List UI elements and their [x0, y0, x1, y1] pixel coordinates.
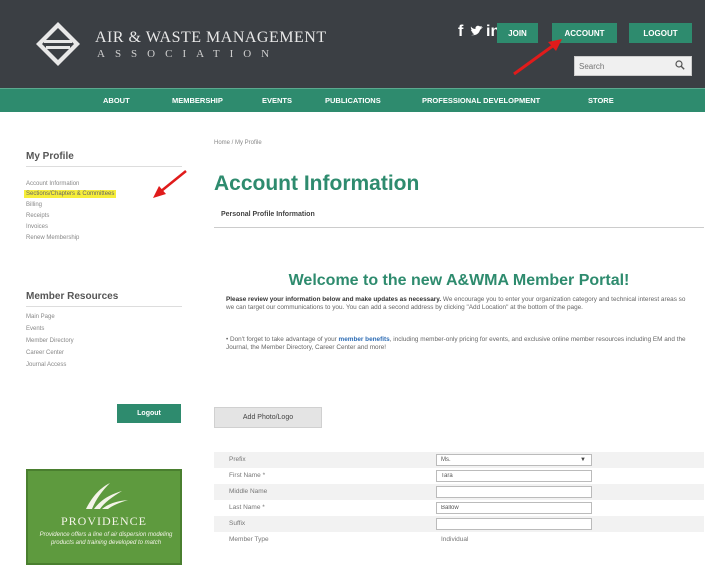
nav-item-store[interactable]: STORE: [588, 96, 614, 105]
my-profile-heading: My Profile: [26, 151, 74, 162]
sidebar-link-main-page[interactable]: Main Page: [26, 314, 55, 320]
nav-item-professional-development[interactable]: PROFESSIONAL DEVELOPMENT: [422, 96, 540, 105]
middle-name-field[interactable]: [436, 486, 592, 498]
first-name-field[interactable]: [436, 470, 592, 482]
search-input[interactable]: [579, 59, 669, 73]
add-photo-logo-button[interactable]: Add Photo/Logo: [214, 407, 322, 428]
main-nav: ABOUT MEMBERSHIP EVENTS PUBLICATIONS PRO…: [0, 88, 705, 112]
org-name: AIR & WASTE MANAGEMENT: [95, 29, 327, 46]
form-row-first-name: First Name *: [214, 468, 704, 484]
ad-description: Providence offers a line of air dispersi…: [39, 532, 173, 546]
benefits-paragraph: • Don't forget to take advantage of your…: [226, 336, 686, 351]
sidebar-link-invoices[interactable]: Invoices: [26, 224, 48, 230]
sidebar-link-member-directory[interactable]: Member Directory: [26, 338, 74, 344]
providence-ad[interactable]: PROVIDENCE Providence offers a line of a…: [26, 469, 182, 565]
divider: [26, 166, 182, 167]
facebook-icon[interactable]: f: [458, 23, 463, 41]
member-type-label: Member Type: [229, 536, 269, 543]
sidebar-link-career-center[interactable]: Career Center: [26, 350, 64, 356]
tab-personal-profile[interactable]: Personal Profile Information: [221, 211, 315, 218]
page-title: Account Information: [214, 172, 420, 195]
form-row-last-name: Last Name *: [214, 500, 704, 516]
sidebar-link-events[interactable]: Events: [26, 326, 44, 332]
form-row-member-type: Member Type Individual: [214, 532, 704, 548]
sidebar-link-account-information[interactable]: Account Information: [26, 181, 79, 187]
sidebar-link-receipts[interactable]: Receipts: [26, 213, 49, 219]
sidebar-link-renew-membership[interactable]: Renew Membership: [26, 235, 79, 241]
form-row-suffix: Suffix: [214, 516, 704, 532]
first-name-label: First Name *: [229, 472, 266, 479]
welcome-heading: Welcome to the new A&WMA Member Portal!: [288, 272, 630, 289]
twitter-icon[interactable]: [470, 25, 484, 37]
nav-item-events[interactable]: EVENTS: [262, 96, 292, 105]
search-icon[interactable]: [675, 60, 685, 70]
tab-divider: [214, 227, 704, 228]
suffix-label: Suffix: [229, 520, 246, 527]
search-box: [574, 56, 692, 76]
form-row-middle-name: Middle Name: [214, 484, 704, 500]
breadcrumb[interactable]: Home / My Profile: [214, 140, 262, 146]
prefix-label: Prefix: [229, 456, 246, 463]
divider: [26, 306, 182, 307]
member-benefits-link[interactable]: member benefits: [339, 336, 390, 343]
middle-name-label: Middle Name: [229, 488, 268, 495]
last-name-label: Last Name *: [229, 504, 265, 511]
sidebar-link-sections-chapters[interactable]: Sections/Chapters & Committees: [24, 190, 117, 198]
form-row-prefix: Prefix Ms. ▼: [214, 452, 704, 468]
nav-item-membership[interactable]: MEMBERSHIP: [172, 96, 223, 105]
annotation-arrow-account: [513, 39, 562, 76]
sidebar-link-journal-access[interactable]: Journal Access: [26, 362, 66, 368]
nav-item-about[interactable]: ABOUT: [103, 96, 130, 105]
chevron-down-icon: ▼: [580, 457, 586, 463]
member-resources-heading: Member Resources: [26, 291, 119, 302]
prefix-select[interactable]: Ms. ▼: [436, 454, 592, 466]
suffix-field[interactable]: [436, 518, 592, 530]
intro-bold: Please review your information below and…: [226, 296, 442, 303]
logout-button[interactable]: LOGOUT: [629, 23, 692, 43]
awma-logo-icon[interactable]: [34, 20, 82, 68]
member-type-value: Individual: [441, 536, 469, 543]
benefits-prefix: • Don't forget to take advantage of your: [226, 336, 339, 343]
site-header: AIR & WASTE MANAGEMENT ASSOCIATION f in …: [0, 0, 705, 88]
intro-paragraph: Please review your information below and…: [226, 296, 686, 311]
sidebar-logout-button[interactable]: Logout: [117, 404, 181, 423]
last-name-field[interactable]: [436, 502, 592, 514]
grass-leaf-icon: [86, 483, 128, 509]
org-subtitle: ASSOCIATION: [97, 48, 280, 60]
sidebar-link-billing[interactable]: Billing: [26, 202, 42, 208]
ad-brand: PROVIDENCE: [60, 514, 147, 528]
annotation-arrow-sections: [153, 170, 187, 198]
prefix-value: Ms.: [441, 457, 451, 463]
nav-item-publications[interactable]: PUBLICATIONS: [325, 96, 381, 105]
